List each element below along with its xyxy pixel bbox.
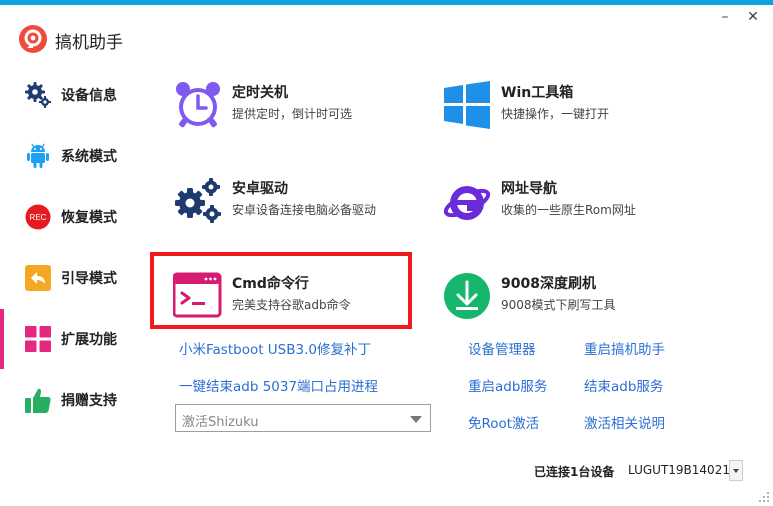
- gear-icon: [24, 81, 52, 109]
- device-select[interactable]: LUGUT19B14021: [624, 460, 743, 481]
- stop-adb-link[interactable]: 结束adb服务: [584, 375, 663, 395]
- sidebar-item-label: 捐赠支持: [61, 393, 117, 409]
- card-description: 收集的一些原生Rom网址: [501, 203, 636, 217]
- sidebar-item-bootloader-mode[interactable]: 引导模式: [0, 248, 140, 308]
- close-button[interactable]: ✕: [744, 8, 762, 26]
- sidebar-item-system-mode[interactable]: 系统模式: [0, 126, 140, 186]
- device-serial: LUGUT19B14021: [628, 463, 730, 477]
- restart-adb-link[interactable]: 重启adb服务: [468, 375, 547, 395]
- rec-badge-text: REC: [30, 213, 47, 222]
- device-manager-link[interactable]: 设备管理器: [468, 338, 536, 358]
- ie-logo-icon: [443, 186, 491, 220]
- card-description: 9008模式下刷写工具: [501, 298, 616, 312]
- alarm-clock-icon: [176, 82, 220, 128]
- card-android-driver[interactable]: 安卓驱动 安卓设备连接电脑必备驱动: [173, 176, 423, 240]
- sidebar-item-device-info[interactable]: 设备信息: [0, 65, 140, 125]
- android-icon: [24, 142, 52, 170]
- card-title: 定时关机: [232, 85, 288, 101]
- windows-logo-icon: [444, 81, 490, 129]
- card-description: 提供定时，倒计时可选: [232, 107, 353, 121]
- card-title: Win工具箱: [501, 85, 574, 101]
- card-scheduled-shutdown[interactable]: 定时关机 提供定时，倒计时可选: [173, 80, 423, 144]
- sidebar-item-donate[interactable]: 捐赠支持: [0, 370, 140, 430]
- sidebar-item-label: 扩展功能: [61, 332, 117, 348]
- selection-highlight: [150, 252, 412, 329]
- thumbs-up-icon: [24, 386, 52, 414]
- chevron-down-icon[interactable]: [729, 460, 743, 481]
- back-arrow-icon: [24, 264, 52, 292]
- restart-app-link[interactable]: 重启搞机助手: [584, 338, 665, 358]
- card-title: 9008深度刷机: [501, 276, 596, 292]
- activation-help-link[interactable]: 激活相关说明: [584, 412, 665, 432]
- active-indicator: [0, 309, 4, 369]
- rec-icon: REC: [24, 203, 52, 231]
- connection-status: 已连接1台设备: [534, 465, 615, 479]
- app-logo-icon: [19, 25, 47, 53]
- grid-icon: [24, 325, 52, 353]
- chevron-down-icon: [410, 416, 422, 423]
- resize-grip-icon[interactable]: [759, 492, 769, 502]
- root-free-activation-link[interactable]: 免Root激活: [468, 412, 539, 432]
- gears-icon: [175, 178, 221, 223]
- shizuku-dropdown[interactable]: 激活Shizuku: [175, 404, 431, 432]
- download-icon: [444, 273, 490, 319]
- card-9008-flash[interactable]: 9008深度刷机 9008模式下刷写工具: [442, 271, 692, 335]
- sidebar-item-recovery-mode[interactable]: REC 恢复模式: [0, 187, 140, 247]
- card-description: 安卓设备连接电脑必备驱动: [232, 203, 377, 217]
- sidebar-item-label: 设备信息: [61, 88, 117, 104]
- card-url-navigation[interactable]: 网址导航 收集的一些原生Rom网址: [442, 176, 692, 240]
- app-title: 搞机助手: [55, 33, 123, 53]
- sidebar-item-label: 系统模式: [61, 149, 117, 165]
- fastboot-fix-link[interactable]: 小米Fastboot USB3.0修复补丁: [179, 338, 371, 358]
- card-description: 快捷操作，一键打开: [501, 107, 610, 121]
- minimize-button[interactable]: –: [716, 8, 734, 26]
- card-win-toolbox[interactable]: Win工具箱 快捷操作，一键打开: [442, 80, 692, 144]
- card-title: 安卓驱动: [232, 181, 288, 197]
- kill-adb-port-link[interactable]: 一键结束adb 5037端口占用进程: [179, 375, 378, 395]
- sidebar-item-label: 引导模式: [61, 271, 117, 287]
- sidebar-item-label: 恢复模式: [61, 210, 117, 226]
- card-title: 网址导航: [501, 181, 557, 197]
- top-accent-bar: [0, 0, 773, 5]
- dropdown-value: 激活Shizuku: [182, 415, 259, 430]
- sidebar-item-extensions[interactable]: 扩展功能: [0, 309, 140, 369]
